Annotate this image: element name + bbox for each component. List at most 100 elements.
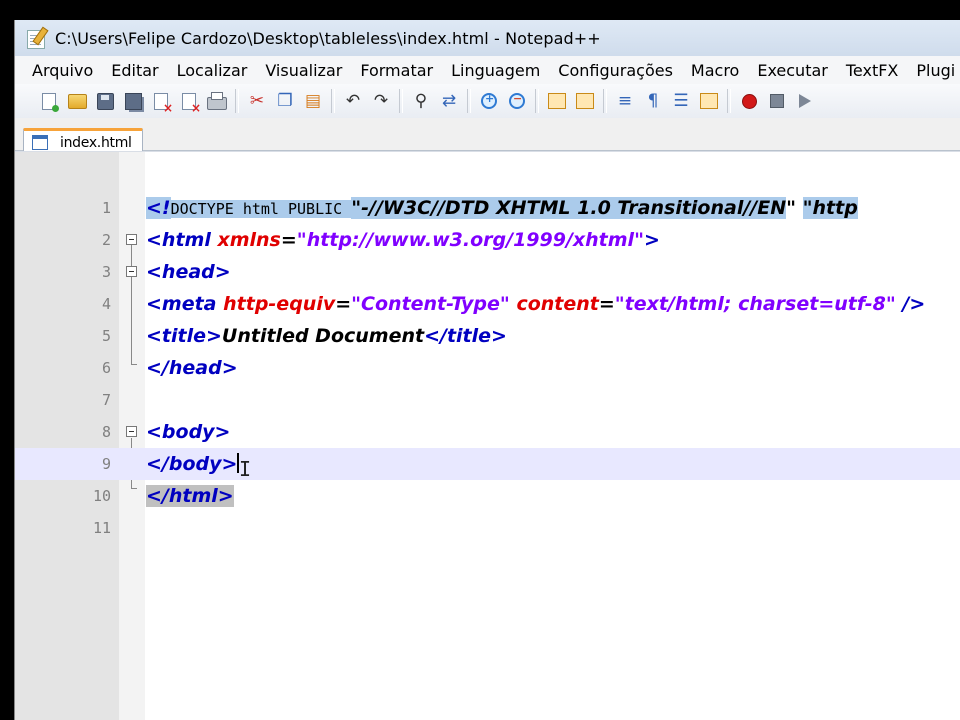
code-line: 10 </html> [15, 480, 960, 512]
replace-button[interactable]: ⇄ [435, 87, 463, 115]
code-text: <body> [146, 421, 231, 443]
save-icon [96, 92, 114, 110]
zoom-in-icon [481, 92, 497, 109]
code-line: 8 <body> [15, 416, 960, 448]
open-folder-icon [67, 93, 87, 109]
code-line: 2 <html xmlns="http://www.w3.org/1999/xh… [15, 224, 960, 256]
code-line: 5 <title>Untitled Document</title> [15, 320, 960, 352]
menu-executar[interactable]: Executar [748, 61, 837, 80]
menu-textfx[interactable]: TextFX [837, 61, 908, 80]
line-number: 10 [92, 487, 111, 505]
code-text: <html xmlns="http://www.w3.org/1999/xhtm… [146, 229, 660, 251]
record-macro-icon [741, 93, 757, 109]
line-number: 7 [101, 391, 111, 409]
redo-icon: ↷ [373, 90, 389, 111]
code-line: 1 <!DOCTYPE html PUBLIC "-//W3C//DTD XHT… [15, 192, 960, 224]
code-line: 6 </head> [15, 352, 960, 384]
show-all-chars-icon: ¶ [647, 90, 659, 111]
user-defined-lang-icon [700, 93, 718, 109]
show-all-chars-button[interactable]: ¶ [639, 87, 667, 115]
print-icon [207, 91, 227, 110]
close-file-button[interactable] [147, 87, 175, 115]
stop-macro-button[interactable] [763, 87, 791, 115]
fold-toggle[interactable] [126, 234, 137, 245]
play-macro-icon [799, 94, 811, 108]
menu-formatar[interactable]: Formatar [351, 61, 442, 80]
code-text: <title>Untitled Document</title> [146, 325, 507, 347]
sync-horizontal-button[interactable] [571, 87, 599, 115]
zoom-in-button[interactable] [475, 87, 503, 115]
line-number: 9 [101, 455, 111, 473]
line-number: 3 [101, 263, 111, 281]
stop-macro-icon [770, 94, 784, 108]
zoom-out-button[interactable] [503, 87, 531, 115]
cut-button[interactable]: ✂ [243, 87, 271, 115]
menu-visualizar[interactable]: Visualizar [256, 61, 351, 80]
line-number: 11 [92, 519, 111, 537]
replace-icon: ⇄ [441, 90, 457, 111]
menu-macro[interactable]: Macro [682, 61, 748, 80]
line-number: 6 [101, 359, 111, 377]
zoom-out-icon [509, 92, 525, 109]
redo-button[interactable]: ↷ [367, 87, 395, 115]
user-defined-lang-button[interactable] [695, 87, 723, 115]
play-macro-button[interactable] [791, 87, 819, 115]
code-line: 4 <meta http-equiv="Content-Type" conten… [15, 288, 960, 320]
menu-arquivo[interactable]: Arquivo [15, 61, 102, 80]
open-file-button[interactable] [63, 87, 91, 115]
paste-icon: ▤ [304, 90, 322, 111]
close-all-icon [182, 92, 201, 115]
fold-toggle[interactable] [126, 426, 137, 437]
line-number: 5 [101, 327, 111, 345]
close-file-icon [154, 92, 173, 115]
save-all-icon [124, 92, 142, 110]
saved-file-icon [32, 135, 48, 150]
close-all-button[interactable] [175, 87, 203, 115]
code-line: 11 [15, 512, 960, 544]
save-button[interactable] [91, 87, 119, 115]
undo-button[interactable]: ↶ [339, 87, 367, 115]
new-file-icon [42, 92, 59, 112]
toolbar-separator [727, 89, 731, 113]
toolbar-separator [535, 89, 539, 113]
indent-guide-button[interactable]: ☰ [667, 87, 695, 115]
window-title: C:\Users\Felipe Cardozo\Desktop\tableles… [55, 28, 601, 48]
notepadpp-icon [25, 26, 49, 49]
notepadpp-window: C:\Users\Felipe Cardozo\Desktop\tableles… [14, 20, 960, 720]
menu-bar: Arquivo Editar Localizar Visualizar Form… [15, 56, 960, 85]
current-code-line: 9 </body> [15, 448, 960, 480]
code-editor[interactable]: 1 <!DOCTYPE html PUBLIC "-//W3C//DTD XHT… [15, 151, 960, 720]
line-number: 1 [101, 199, 111, 217]
code-line: 3 <head> [15, 256, 960, 288]
menu-editar[interactable]: Editar [102, 61, 167, 80]
find-button[interactable]: ⚲ [407, 87, 435, 115]
sync-vertical-button[interactable] [543, 87, 571, 115]
save-all-button[interactable] [119, 87, 147, 115]
paste-button[interactable]: ▤ [299, 87, 327, 115]
new-file-button[interactable] [35, 87, 63, 115]
print-button[interactable] [203, 87, 231, 115]
sync-horizontal-icon [576, 93, 594, 109]
sync-vertical-icon [548, 93, 566, 109]
menu-plugins[interactable]: Plugi [907, 61, 960, 80]
word-wrap-button[interactable]: ≡ [611, 87, 639, 115]
copy-button[interactable]: ❐ [271, 87, 299, 115]
i-beam-cursor-icon: I [239, 457, 252, 481]
tab-label: index.html [60, 134, 132, 151]
toolbar-separator [603, 89, 607, 113]
indent-guide-icon: ☰ [673, 90, 689, 111]
cut-icon: ✂ [249, 90, 265, 111]
fold-toggle[interactable] [126, 266, 137, 277]
copy-icon: ❐ [277, 90, 293, 111]
menu-linguagem[interactable]: Linguagem [442, 61, 549, 80]
code-text: </body> [146, 453, 240, 475]
find-icon: ⚲ [414, 90, 428, 111]
title-bar[interactable]: C:\Users\Felipe Cardozo\Desktop\tableles… [15, 20, 960, 56]
toolbar: ✂ ❐ ▤ ↶ ↷ ⚲ ⇄ ≡ ¶ ☰ [15, 84, 960, 118]
menu-configuracoes[interactable]: Configurações [549, 61, 682, 80]
toolbar-separator [399, 89, 403, 113]
record-macro-button[interactable] [735, 87, 763, 115]
menu-localizar[interactable]: Localizar [168, 61, 257, 80]
line-number: 8 [101, 423, 111, 441]
undo-icon: ↶ [345, 90, 361, 111]
